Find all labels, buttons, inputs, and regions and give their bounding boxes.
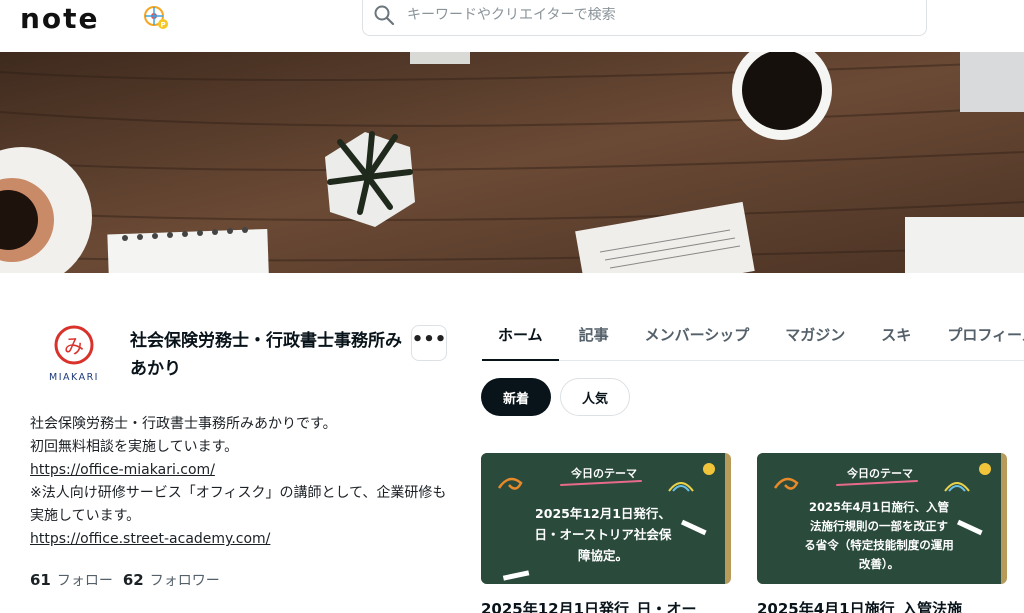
logo-text: note bbox=[20, 2, 100, 35]
creator-name[interactable]: 社会保険労務士・行政書士事務所みあかり bbox=[130, 327, 410, 383]
avatar[interactable]: み MIAKARI bbox=[38, 318, 110, 390]
search-box[interactable] bbox=[362, 0, 927, 36]
follower-label[interactable]: フォロワー bbox=[150, 570, 220, 590]
tab-home[interactable]: ホーム bbox=[482, 316, 558, 361]
follow-count[interactable]: 61 bbox=[30, 571, 51, 589]
profile-banner-image bbox=[0, 52, 1024, 273]
follower-count[interactable]: 62 bbox=[123, 571, 144, 589]
tab-likes[interactable]: スキ bbox=[881, 316, 911, 360]
more-dots-icon: ••• bbox=[411, 329, 447, 350]
filter-new-button[interactable]: 新着 bbox=[481, 378, 551, 416]
thumb-text-line: 日・オーストリア社会保 bbox=[534, 527, 672, 542]
article-card[interactable]: 今日のテーマ 2025年4月1日施行、入管 法施行規則の一部を改正す る省令（特… bbox=[757, 453, 1007, 613]
article-title[interactable]: 2025年12月1日発行_日・オー bbox=[481, 598, 731, 613]
tab-magazine[interactable]: マガジン bbox=[785, 316, 845, 360]
profile-tabs: ホーム 記事 メンバーシップ マガジン スキ プロフィール bbox=[482, 316, 1024, 361]
thumb-text-line: 改善）。 bbox=[858, 557, 900, 571]
thumb-text-line: る省令（特定技能制度の運用 bbox=[804, 538, 954, 552]
thumb-text-line: 法施行規則の一部を改正す bbox=[810, 519, 948, 533]
bio-line: 社会保険労務士・行政書士事務所みあかりです。 bbox=[30, 416, 337, 432]
bio-line: 初回無料相談を実施しています。 bbox=[30, 439, 239, 455]
global-header: note P bbox=[0, 0, 1024, 52]
street-academy-link[interactable]: https://office.street-academy.com/ bbox=[30, 528, 450, 551]
svg-text:MIAKARI: MIAKARI bbox=[49, 372, 99, 383]
ferris-wheel-badge-icon: P bbox=[144, 6, 168, 29]
article-thumbnail: 今日のテーマ 2025年12月1日発行、 日・オーストリア社会保 障協定。 bbox=[481, 453, 731, 584]
svg-text:み: み bbox=[64, 334, 84, 358]
bio-line: ※法人向け研修サービス「オフィスク」の講師として、企業研修も実施しています。 bbox=[30, 485, 447, 524]
tab-profile[interactable]: プロフィール bbox=[947, 316, 1024, 360]
profile-bio: 社会保険労務士・行政書士事務所みあかりです。 初回無料相談を実施しています。 h… bbox=[30, 413, 450, 551]
article-thumbnail: 今日のテーマ 2025年4月1日施行、入管 法施行規則の一部を改正す る省令（特… bbox=[757, 453, 1007, 584]
article-card[interactable]: 今日のテーマ 2025年12月1日発行、 日・オーストリア社会保 障協定。 20… bbox=[481, 453, 731, 613]
tab-articles[interactable]: 記事 bbox=[579, 316, 609, 360]
thumb-theme-label: 今日のテーマ bbox=[571, 467, 637, 480]
note-logo[interactable]: note bbox=[20, 2, 100, 35]
thumb-text-line: 2025年12月1日発行、 bbox=[535, 506, 671, 521]
thumb-theme-label: 今日のテーマ bbox=[847, 467, 913, 480]
follow-label[interactable]: フォロー bbox=[57, 570, 113, 590]
article-title[interactable]: 2025年4月1日施行_入管法施 bbox=[757, 598, 1007, 613]
thumb-text-line: 障協定。 bbox=[577, 548, 628, 563]
follow-stats: 61 フォロー 62 フォロワー bbox=[30, 570, 230, 590]
filter-popular-button[interactable]: 人気 bbox=[560, 378, 630, 416]
search-input[interactable] bbox=[407, 7, 877, 23]
svg-text:P: P bbox=[161, 21, 166, 29]
tab-membership[interactable]: メンバーシップ bbox=[645, 316, 750, 360]
more-options-button[interactable]: ••• bbox=[411, 325, 447, 361]
thumb-text-line: 2025年4月1日施行、入管 bbox=[808, 500, 949, 514]
search-icon bbox=[374, 5, 395, 26]
website-link[interactable]: https://office-miakari.com/ bbox=[30, 459, 450, 482]
